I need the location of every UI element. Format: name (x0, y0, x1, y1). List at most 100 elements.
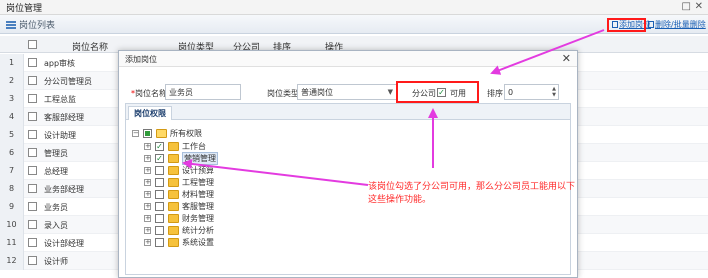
window-titlebar: 岗位管理 □ ✕ (0, 0, 708, 15)
sort-label: 排序 (487, 89, 503, 98)
folder-icon (168, 238, 179, 247)
expand-icon[interactable]: + (144, 155, 151, 162)
tree-item-label: 工作台 (182, 142, 206, 151)
type-select-value: 普通岗位 (301, 88, 333, 97)
tree-item[interactable]: + ✓ 营销管理 (144, 152, 254, 165)
delete-position-label: 删除/批量删除 (655, 20, 706, 29)
tree-item[interactable]: + ✓ 工作台 (144, 141, 254, 152)
expand-icon[interactable]: + (144, 179, 151, 186)
tab-permissions[interactable]: 岗位权限 (128, 106, 172, 120)
folder-icon (168, 190, 179, 199)
dialog-title: 添加岗位 (125, 55, 157, 64)
tree-item[interactable]: + 系统设置 (144, 237, 254, 248)
row-checkbox[interactable] (28, 166, 37, 175)
row-checkbox[interactable] (28, 184, 37, 193)
tree-root-checkbox[interactable] (143, 129, 152, 138)
tree-item-label: 财务管理 (182, 214, 214, 223)
row-position-name: 设计师 (44, 257, 68, 266)
tree-item-label: 系统设置 (182, 238, 214, 247)
row-number: 5 (0, 126, 24, 144)
row-number: 12 (0, 252, 24, 270)
row-number: 6 (0, 144, 24, 162)
expand-icon[interactable]: + (144, 215, 151, 222)
folder-icon (156, 129, 167, 138)
tree-item[interactable]: + 客服管理 (144, 201, 254, 212)
expand-icon[interactable]: + (144, 191, 151, 198)
annotation-text: 该岗位勾选了分公司可用，那么分公司员工能用以下这些操作功能。 (368, 182, 576, 205)
tree-item-checkbox[interactable] (155, 238, 164, 247)
select-all-checkbox[interactable] (28, 40, 37, 49)
dialog-titlebar: 添加岗位 ✕ (119, 51, 577, 67)
panel-title-label: 岗位列表 (19, 21, 56, 31)
expand-icon[interactable]: + (144, 203, 151, 210)
add-button-highlight (607, 18, 646, 32)
row-checkbox[interactable] (28, 112, 37, 121)
tree-item-label: 材料管理 (182, 190, 214, 199)
list-icon (6, 21, 16, 29)
row-position-name: 业务部经理 (44, 185, 84, 194)
sort-stepper[interactable]: 0 ▲ ▼ (504, 84, 559, 100)
row-checkbox[interactable] (28, 256, 37, 265)
row-position-name: 分公司管理员 (44, 77, 92, 86)
row-position-name: 设计部经理 (44, 239, 84, 248)
tree-item-checkbox[interactable] (155, 178, 164, 187)
row-checkbox[interactable] (28, 220, 37, 229)
tree-item-label: 营销管理 (182, 152, 218, 165)
tree-item[interactable]: + 工程管理 (144, 177, 254, 188)
tree-root[interactable]: − 所有权限 (132, 128, 252, 139)
folder-icon (168, 166, 179, 175)
row-checkbox[interactable] (28, 202, 37, 211)
folder-icon (168, 142, 179, 151)
row-checkbox[interactable] (28, 130, 37, 139)
delete-icon (648, 21, 654, 28)
tree-item-checkbox[interactable] (155, 166, 164, 175)
row-checkbox[interactable] (28, 76, 37, 85)
row-number: 7 (0, 162, 24, 180)
name-input[interactable]: 业务员 (165, 84, 241, 100)
type-select[interactable]: 普通岗位 ▼ (297, 84, 397, 100)
row-position-name: app审核 (44, 59, 76, 68)
tree-item-label: 统计分析 (182, 226, 214, 235)
tree-item-label: 设计预算 (182, 166, 214, 175)
branch-highlight (396, 81, 479, 103)
tree-item-label: 工程管理 (182, 178, 214, 187)
row-checkbox[interactable] (28, 238, 37, 247)
tree-item-checkbox[interactable] (155, 214, 164, 223)
add-position-dialog: 添加岗位 ✕ *岗位名称 业务员 岗位类型 普通岗位 ▼ 分公司 ✓ 可用 排序… (118, 50, 578, 278)
row-checkbox[interactable] (28, 148, 37, 157)
expand-icon[interactable]: + (144, 227, 151, 234)
tree-item-checkbox[interactable] (155, 226, 164, 235)
folder-icon (168, 202, 179, 211)
row-position-name: 设计助理 (44, 131, 76, 140)
row-number: 4 (0, 108, 24, 126)
spin-down-icon[interactable]: ▼ (552, 92, 556, 98)
dialog-close-icon[interactable]: ✕ (562, 52, 571, 65)
expand-icon[interactable]: + (144, 239, 151, 246)
column-header-name[interactable]: 岗位名称 (72, 40, 108, 53)
expand-icon[interactable]: + (144, 143, 151, 150)
row-number: 8 (0, 180, 24, 198)
close-icon[interactable]: ✕ (695, 0, 703, 14)
folder-icon (168, 226, 179, 235)
tree-item[interactable]: + 材料管理 (144, 189, 254, 200)
tree-item[interactable]: + 财务管理 (144, 213, 254, 224)
tree-item-checkbox[interactable] (155, 190, 164, 199)
tree-item[interactable]: + 设计预算 (144, 165, 254, 176)
tree-item-checkbox[interactable]: ✓ (155, 154, 164, 163)
row-number: 2 (0, 72, 24, 90)
tree-root-label: 所有权限 (170, 129, 202, 138)
expand-icon[interactable]: + (144, 167, 151, 174)
maximize-icon[interactable]: □ (682, 0, 691, 14)
name-label-text: 岗位名称 (135, 89, 167, 98)
tree-item[interactable]: + 统计分析 (144, 225, 254, 236)
delete-position-button[interactable]: 删除/批量删除 (648, 19, 706, 30)
row-number: 1 (0, 54, 24, 72)
tree-item-label: 客服管理 (182, 202, 214, 211)
tree-item-checkbox[interactable] (155, 202, 164, 211)
panel-title: 岗位列表 (6, 18, 55, 31)
tree-item-checkbox[interactable]: ✓ (155, 142, 164, 151)
row-checkbox[interactable] (28, 94, 37, 103)
collapse-icon[interactable]: − (132, 130, 139, 137)
panel-header: 岗位列表 添加岗位 删除/批量删除 (0, 15, 708, 34)
row-checkbox[interactable] (28, 58, 37, 67)
